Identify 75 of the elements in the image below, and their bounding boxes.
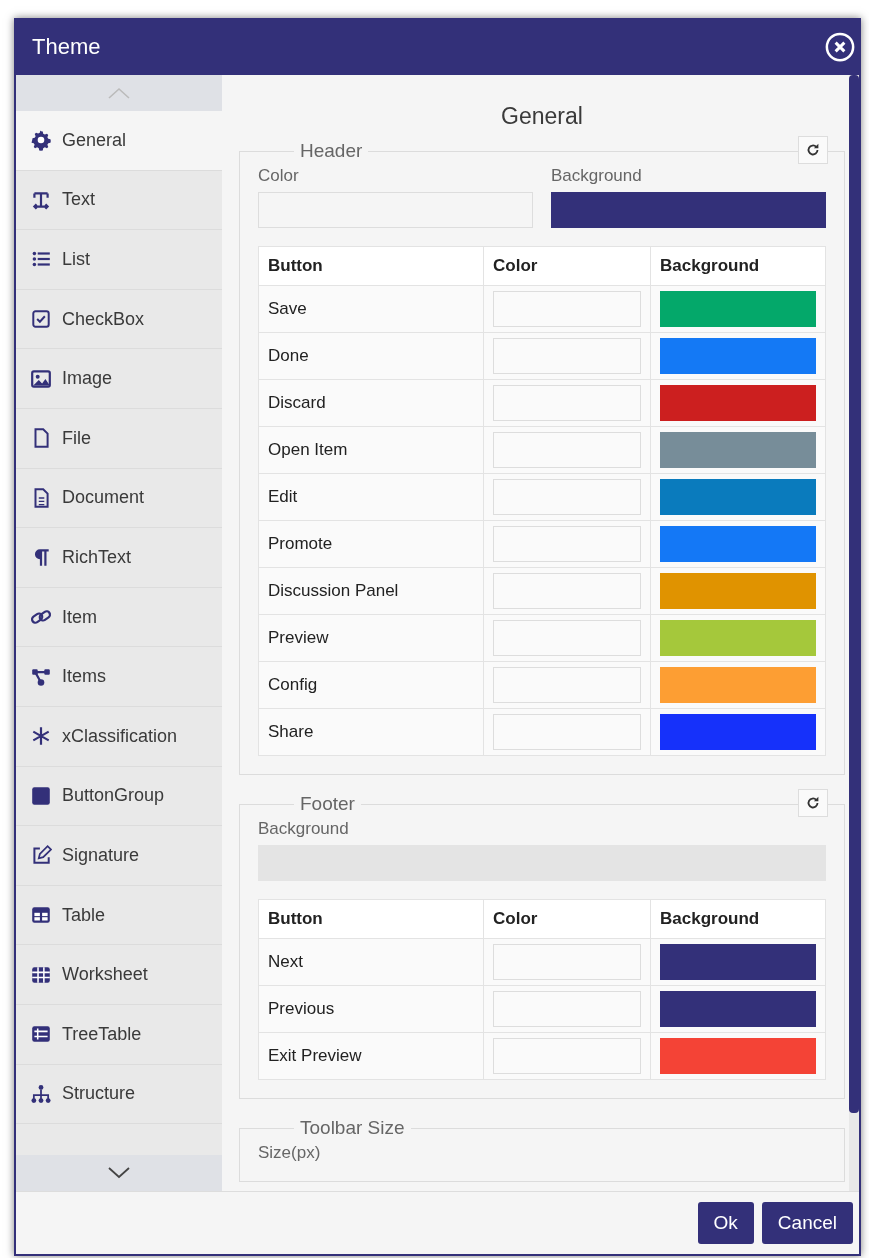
color-field[interactable] — [493, 526, 641, 562]
close-icon[interactable] — [825, 31, 855, 62]
dialog-button[interactable]: Cancel — [761, 1202, 853, 1244]
color-swatch[interactable] — [660, 291, 816, 327]
panel-title: General — [500, 102, 584, 131]
dialog-button[interactable]: Ok — [697, 1202, 754, 1244]
color-swatch[interactable] — [660, 338, 816, 374]
field-label: Background — [258, 819, 350, 839]
reset-button[interactable] — [798, 136, 828, 164]
column-header: Color — [483, 246, 651, 286]
section-legend: Toolbar Size — [294, 1117, 411, 1139]
table-icon — [30, 904, 52, 926]
color-field[interactable] — [493, 385, 641, 421]
table-cell: Save — [258, 285, 484, 333]
column-header: Background — [650, 246, 826, 286]
window-title: Theme — [32, 33, 101, 60]
table-cell: Exit Preview — [258, 1032, 484, 1080]
asterisk-icon — [30, 725, 52, 748]
color-field[interactable] — [493, 338, 641, 374]
table-cell: Preview — [258, 614, 484, 662]
color-field[interactable] — [493, 991, 641, 1027]
color-swatch[interactable] — [660, 944, 816, 980]
column-header: Background — [650, 899, 826, 939]
table-cell: Next — [258, 938, 484, 986]
scroll-up-button[interactable] — [16, 75, 222, 111]
table-cell: Done — [258, 332, 484, 380]
color-swatch[interactable] — [660, 991, 816, 1027]
color-field[interactable] — [493, 479, 641, 515]
section-legend: Header — [294, 140, 369, 162]
color-field[interactable] — [493, 1038, 641, 1074]
color-swatch[interactable] — [660, 385, 816, 421]
gear-icon — [30, 129, 52, 152]
table-cell: Promote — [258, 520, 484, 568]
hierarchy-icon — [30, 1082, 52, 1105]
color-swatch[interactable] — [660, 714, 816, 750]
color-swatch[interactable] — [660, 479, 816, 515]
sidebar-item[interactable]: General — [16, 111, 222, 171]
color-field[interactable] — [493, 667, 641, 703]
table-cell: Discussion Panel — [258, 567, 484, 615]
table-cell: Discard — [258, 379, 484, 427]
color-field[interactable] — [493, 714, 641, 750]
field-label: Color — [258, 166, 300, 186]
table-cell: Previous — [258, 985, 484, 1033]
checkbox-icon — [30, 308, 52, 331]
color-swatch[interactable] — [660, 526, 816, 562]
table-cell: Config — [258, 661, 484, 709]
column-header: Button — [258, 899, 484, 939]
color-field[interactable] — [493, 573, 641, 609]
color-swatch[interactable] — [660, 573, 816, 609]
column-header: Button — [258, 246, 484, 286]
color-field[interactable] — [493, 620, 641, 656]
image-icon — [30, 367, 52, 390]
color-field[interactable] — [493, 291, 641, 327]
color-swatch[interactable] — [660, 667, 816, 703]
table-cell: Edit — [258, 473, 484, 521]
scrollbar[interactable] — [849, 75, 859, 1191]
caret-up-icon — [107, 87, 131, 99]
table-cell: Share — [258, 708, 484, 756]
caret-down-icon — [107, 1167, 131, 1179]
color-field[interactable] — [493, 432, 641, 468]
column-header: Color — [483, 899, 651, 939]
table-cell: Open Item — [258, 426, 484, 474]
field-label: Size(px) — [258, 1143, 321, 1162]
color-swatch[interactable] — [660, 620, 816, 656]
scroll-down-button[interactable] — [16, 1155, 222, 1191]
color-field[interactable] — [493, 944, 641, 980]
color-field[interactable] — [258, 192, 533, 228]
color-field[interactable] — [551, 192, 826, 228]
pencil-square-icon — [30, 844, 52, 867]
reset-button[interactable] — [798, 789, 828, 817]
color-swatch[interactable] — [660, 432, 816, 468]
section-legend: Footer — [294, 793, 361, 815]
field-label: Background — [551, 166, 643, 186]
color-swatch[interactable] — [660, 1038, 816, 1074]
square-icon — [30, 784, 52, 807]
